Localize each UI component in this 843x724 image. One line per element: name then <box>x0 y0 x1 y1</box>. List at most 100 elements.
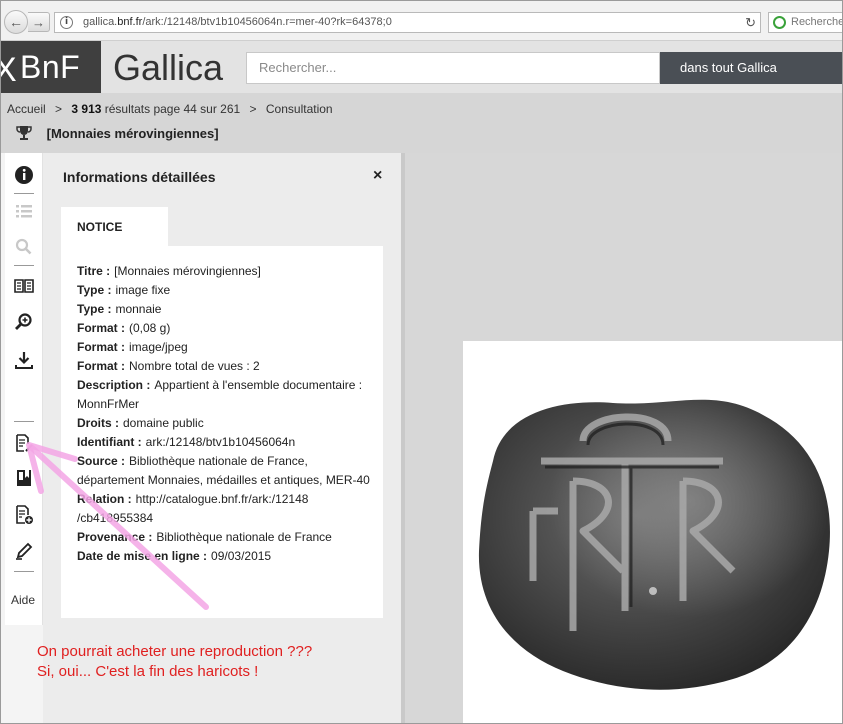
notice-field-value: image fixe <box>115 283 171 297</box>
document-add-icon <box>16 505 33 524</box>
browser-toolbar: ← → i gallica.bnf.fr/ark:/12148/btv1b104… <box>1 1 843 41</box>
image-viewer <box>405 153 842 723</box>
document-edit-icon <box>16 434 33 452</box>
coin-image-area[interactable] <box>463 341 842 723</box>
open-book-icon <box>14 279 34 293</box>
search-icon <box>15 238 32 255</box>
pencil-icon <box>16 542 33 560</box>
breadcrumb: Accueil > 3 913 résultats page 44 sur 26… <box>7 102 333 116</box>
toolbar-divider <box>14 421 34 422</box>
breadcrumb-bar: Accueil > 3 913 résultats page 44 sur 26… <box>1 93 842 153</box>
info-icon[interactable]: i <box>60 16 73 29</box>
bnf-logo[interactable]: X BnF <box>1 41 101 93</box>
annotate-button[interactable] <box>12 539 36 563</box>
notice-field-key: Format : <box>77 359 125 373</box>
zoom-icon <box>15 313 32 330</box>
notice-field-key: Identifiant : <box>77 435 142 449</box>
notice-field: Identifiant : ark:/12148/btv1b10456064n <box>77 433 373 452</box>
notice-field-value: Nombre total de vues : 2 <box>129 359 260 373</box>
close-icon[interactable]: × <box>373 167 382 185</box>
book-bookmark-icon <box>17 470 31 486</box>
bookmark-button[interactable] <box>12 466 36 490</box>
results-count[interactable]: 3 913 <box>71 102 101 116</box>
notice-field-key: Source : <box>77 454 126 468</box>
notice-field: Description : Appartient à l'ensemble doc… <box>77 376 373 414</box>
notice-field: Provenance : Bibliothèque nationale de Fr… <box>77 528 373 547</box>
list-icon <box>16 205 32 218</box>
zoom-button[interactable] <box>12 310 36 334</box>
search-scope-button[interactable]: dans tout Gallica <box>660 52 842 84</box>
bnf-logo-text: BnF <box>20 49 81 85</box>
toolbar-divider <box>14 571 34 572</box>
notice-field-key: Droits : <box>77 416 119 430</box>
notice-field-value: 09/03/2015 <box>211 549 272 563</box>
url-domain: bnf.fr <box>117 16 143 28</box>
notice-field: Type : image fixe <box>77 281 373 300</box>
coin-image <box>478 399 830 690</box>
order-reproduction-button[interactable] <box>12 431 36 455</box>
notice-field-value: Bibliothèque nationale de France <box>156 530 332 544</box>
left-toolbar: Aide <box>5 153 43 625</box>
panel-title: Informations détaillées <box>63 169 216 185</box>
breadcrumb-current: Consultation <box>265 102 333 116</box>
forward-arrow-icon: → <box>32 14 45 30</box>
notice-field-value: monnaie <box>115 302 162 316</box>
toolbar-divider <box>14 193 34 194</box>
url-path: /ark:/12148/btv1b10456064n.r=mer-40?rk=6… <box>142 16 392 28</box>
toolbar-divider <box>14 265 34 266</box>
notice-field: Format : image/jpeg <box>77 338 373 357</box>
gallica-title[interactable]: Gallica <box>113 47 223 89</box>
address-bar[interactable]: i gallica.bnf.fr/ark:/12148/btv1b1045606… <box>54 12 761 33</box>
notice-field-value: image/jpeg <box>129 340 188 354</box>
notice-field-key: Description : <box>77 378 151 392</box>
notice-field-key: Date de mise en ligne : <box>77 549 208 563</box>
notice-field-value[interactable]: ark:/12148/btv1b10456064n <box>146 435 295 449</box>
notice-field-value: [Monnaies mérovingiennes] <box>114 264 261 278</box>
notice-field: Source : Bibliothèque nationale de France… <box>77 452 373 490</box>
browser-search-box[interactable]: Recherche <box>768 12 843 33</box>
annotation-line-1: On pourrait acheter une reproduction ??? <box>37 643 313 660</box>
document-title-row: [Monnaies mérovingiennes] <box>15 124 219 142</box>
notice-field-key: Type : <box>77 283 112 297</box>
details-panel: Informations détaillées × NOTICE Titre :… <box>43 153 401 723</box>
notice-content: Titre : [Monnaies mérovingiennes] Type : im… <box>61 246 383 618</box>
reload-icon[interactable]: ↻ <box>745 15 756 30</box>
download-button[interactable] <box>12 348 36 372</box>
notice-field: Type : monnaie <box>77 300 373 319</box>
notice-field-key: Relation : <box>77 492 132 506</box>
info-button[interactable] <box>12 163 36 187</box>
back-arrow-icon: ← <box>9 14 23 30</box>
notice-field-value: (0,08 g) <box>129 321 171 335</box>
results-text[interactable]: résultats page 44 sur 261 <box>105 102 240 116</box>
notice-field-key: Provenance : <box>77 530 153 544</box>
notice-field-key: Format : <box>77 340 125 354</box>
search-in-doc-button[interactable] <box>12 235 36 259</box>
forward-button[interactable]: → <box>28 12 50 32</box>
help-link[interactable]: Aide <box>11 593 35 607</box>
notice-field: Date de mise en ligne :09/03/2015 <box>77 547 373 566</box>
notice-field: Droits : domaine public <box>77 414 373 433</box>
notice-field-value: domaine public <box>123 416 204 430</box>
add-to-space-button[interactable] <box>12 503 36 527</box>
browser-search-placeholder: Recherche <box>791 16 843 28</box>
breadcrumb-home[interactable]: Accueil <box>7 102 46 116</box>
info-circle-icon <box>15 166 33 184</box>
notice-field: Relation : http://catalogue.bnf.fr/ark:/1… <box>77 490 373 528</box>
notice-field: Titre : [Monnaies mérovingiennes] <box>77 262 373 281</box>
reading-mode-button[interactable] <box>12 274 36 298</box>
notice-field: Format : (0,08 g) <box>77 319 373 338</box>
document-title: [Monnaies mérovingiennes] <box>46 126 219 141</box>
breadcrumb-separator: > <box>249 102 257 116</box>
search-input[interactable]: Rechercher... <box>246 52 660 84</box>
annotation-text: On pourrait acheter une reproduction ???… <box>37 642 312 682</box>
download-icon <box>15 352 33 369</box>
search-engine-icon <box>773 16 786 29</box>
trophy-icon <box>16 126 32 140</box>
back-button[interactable]: ← <box>4 10 28 34</box>
site-header: X BnF Gallica Rechercher... dans tout Ga… <box>1 41 842 93</box>
notice-field-key: Format : <box>77 321 125 335</box>
list-button[interactable] <box>12 199 36 223</box>
annotation-line-2: Si, oui... C'est la fin des haricots ! <box>37 663 259 680</box>
notice-field: Format : Nombre total de vues : 2 <box>77 357 373 376</box>
tab-notice[interactable]: NOTICE <box>61 207 168 247</box>
